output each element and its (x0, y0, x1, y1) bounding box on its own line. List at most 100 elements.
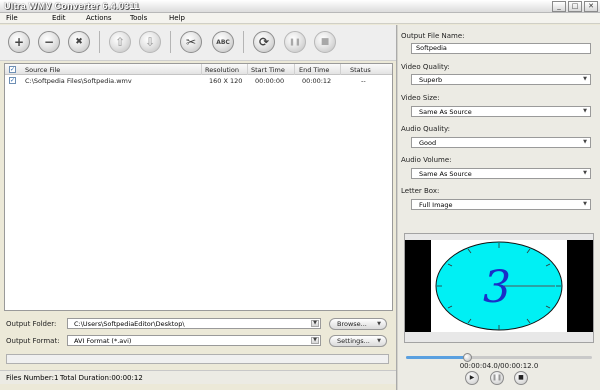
clear-icon: ✖ (75, 37, 83, 47)
menu-tools[interactable]: Tools (130, 14, 147, 22)
toolbar-separator (99, 31, 100, 53)
column-divider (294, 64, 295, 75)
audio-volume-label: Audio Volume: (401, 156, 452, 164)
select-all-checkbox[interactable]: ✓ (9, 66, 16, 73)
menu-file[interactable]: File (6, 14, 18, 22)
browse-button[interactable]: Browse... ▼ (329, 318, 387, 330)
stop-icon: ■ (320, 37, 330, 47)
clear-button[interactable]: ✖ (68, 31, 90, 53)
row-resolution: 160 X 120 (209, 77, 243, 85)
letter-box-label: Letter Box: (401, 187, 440, 195)
maximize-icon[interactable]: □ (568, 1, 582, 12)
chevron-down-icon[interactable]: ▼ (581, 108, 589, 115)
preview-seek-bar[interactable] (406, 353, 592, 362)
move-down-button[interactable]: ⇩ (139, 31, 161, 53)
output-file-name-input[interactable]: Softpedia (411, 43, 591, 54)
column-end-time[interactable]: End Time (299, 66, 329, 74)
row-start-time: 00:00:00 (255, 77, 285, 85)
output-format-combo[interactable]: AVI Format (*.avi) ▼ (67, 335, 321, 346)
row-checkbox[interactable]: ✓ (9, 77, 16, 84)
chevron-down-icon[interactable]: ▼ (581, 139, 589, 146)
move-up-icon: ⇧ (114, 35, 126, 49)
column-start-time[interactable]: Start Time (251, 66, 285, 74)
close-icon[interactable]: ✕ (584, 1, 598, 12)
minimize-icon[interactable]: _ (552, 1, 566, 12)
output-folder-combo[interactable]: C:\Users\SoftpediaEditor\Desktop\ ▼ (67, 318, 321, 329)
chevron-down-icon: ▼ (377, 321, 381, 327)
settings-panel: Output File Name: Softpedia Video Qualit… (398, 25, 600, 390)
row-source-file: C:\Softpedia Files\Softpedia.wmv (25, 77, 132, 85)
add-icon: + (13, 35, 25, 49)
add-button[interactable]: + (8, 31, 30, 53)
remove-icon: − (43, 35, 55, 49)
seek-progress (406, 356, 468, 359)
column-resolution[interactable]: Resolution (205, 66, 239, 74)
table-row[interactable]: ✓ C:\Softpedia Files\Softpedia.wmv 160 X… (5, 76, 392, 86)
browse-label: Browse... (337, 320, 367, 328)
play-button[interactable]: ▶ (465, 371, 479, 385)
output-file-name-label: Output File Name: (401, 32, 465, 40)
total-duration: Total Duration:00:00:12 (60, 374, 143, 382)
output-folder-value: C:\Users\SoftpediaEditor\Desktop\ (74, 320, 185, 328)
output-folder-label: Output Folder: (6, 320, 57, 328)
chevron-down-icon[interactable]: ▼ (311, 320, 319, 327)
chevron-down-icon[interactable]: ▼ (581, 76, 589, 83)
pause-icon: ❚❚ (289, 38, 301, 46)
column-source-file[interactable]: Source File (25, 66, 60, 74)
audio-quality-label: Audio Quality: (401, 125, 450, 133)
audio-quality-select[interactable]: Good ▼ (411, 137, 591, 148)
audio-volume-select[interactable]: Same As Source ▼ (411, 168, 591, 179)
video-quality-label: Video Quality: (401, 63, 450, 71)
files-number: Files Number:1 (6, 374, 59, 382)
video-quality-value: Superb (419, 76, 443, 84)
menu-edit[interactable]: Edit (52, 14, 66, 22)
preview-frame-image: 3 (405, 240, 593, 332)
convert-button[interactable]: ⟳ (253, 31, 275, 53)
audio-volume-value: Same As Source (419, 170, 472, 178)
video-quality-select[interactable]: Superb ▼ (411, 74, 591, 85)
letter-box-select[interactable]: Full Image ▼ (411, 199, 591, 210)
menu-actions[interactable]: Actions (86, 14, 112, 22)
title-bar: Ultra WMV Converter 6.4.0311 _ □ ✕ (0, 0, 600, 13)
column-status[interactable]: Status (350, 66, 371, 74)
video-size-label: Video Size: (401, 94, 440, 102)
remove-button[interactable]: − (38, 31, 60, 53)
file-list-header: ✓ Source File Resolution Start Time End … (5, 64, 392, 75)
cut-button[interactable]: ✂ (180, 31, 202, 53)
chevron-down-icon[interactable]: ▼ (311, 337, 319, 344)
file-list[interactable]: ✓ Source File Resolution Start Time End … (4, 63, 393, 311)
chevron-down-icon[interactable]: ▼ (581, 170, 589, 177)
move-down-icon: ⇩ (144, 35, 156, 49)
window-controls: _ □ ✕ (552, 1, 598, 12)
audio-quality-value: Good (419, 139, 437, 147)
output-format-value: AVI Format (*.avi) (74, 337, 132, 345)
clock-digit: 3 (483, 262, 511, 313)
cut-icon: ✂ (185, 35, 197, 49)
stop-icon: ■ (518, 374, 524, 381)
play-icon: ▶ (469, 374, 475, 381)
seek-thumb[interactable] (463, 353, 473, 362)
preview-pause-button[interactable]: ❚❚ (490, 371, 504, 385)
chevron-down-icon[interactable]: ▼ (581, 201, 589, 208)
abc-button[interactable]: ABC (212, 31, 234, 53)
convert-icon: ⟳ (258, 35, 270, 49)
menu-help[interactable]: Help (169, 14, 185, 22)
preview-stop-button[interactable]: ■ (514, 371, 528, 385)
letter-box-value: Full Image (419, 201, 453, 209)
video-size-select[interactable]: Same As Source ▼ (411, 106, 591, 117)
status-bar: Files Number:1 Total Duration:00:00:12 (0, 370, 396, 384)
letterbox-left (405, 240, 431, 332)
column-divider (340, 64, 341, 75)
toolbar: + − ✖ ⇧ ⇩ ✂ ABC ⟳ ❚❚ ■ (0, 25, 396, 61)
pause-icon: ❚❚ (491, 374, 503, 381)
window-title: Ultra WMV Converter 6.4.0311 (4, 1, 140, 11)
stop-button[interactable]: ■ (314, 31, 336, 53)
settings-button[interactable]: Settings... ▼ (329, 335, 387, 347)
letterbox-right (567, 240, 593, 332)
pause-button[interactable]: ❚❚ (284, 31, 306, 53)
preview-timecode: 00:00:04.0/00:00:12.0 (459, 362, 539, 370)
column-divider (247, 64, 248, 75)
toolbar-separator (170, 31, 171, 53)
menu-bar: File Edit Actions Tools Help (0, 13, 600, 24)
move-up-button[interactable]: ⇧ (109, 31, 131, 53)
